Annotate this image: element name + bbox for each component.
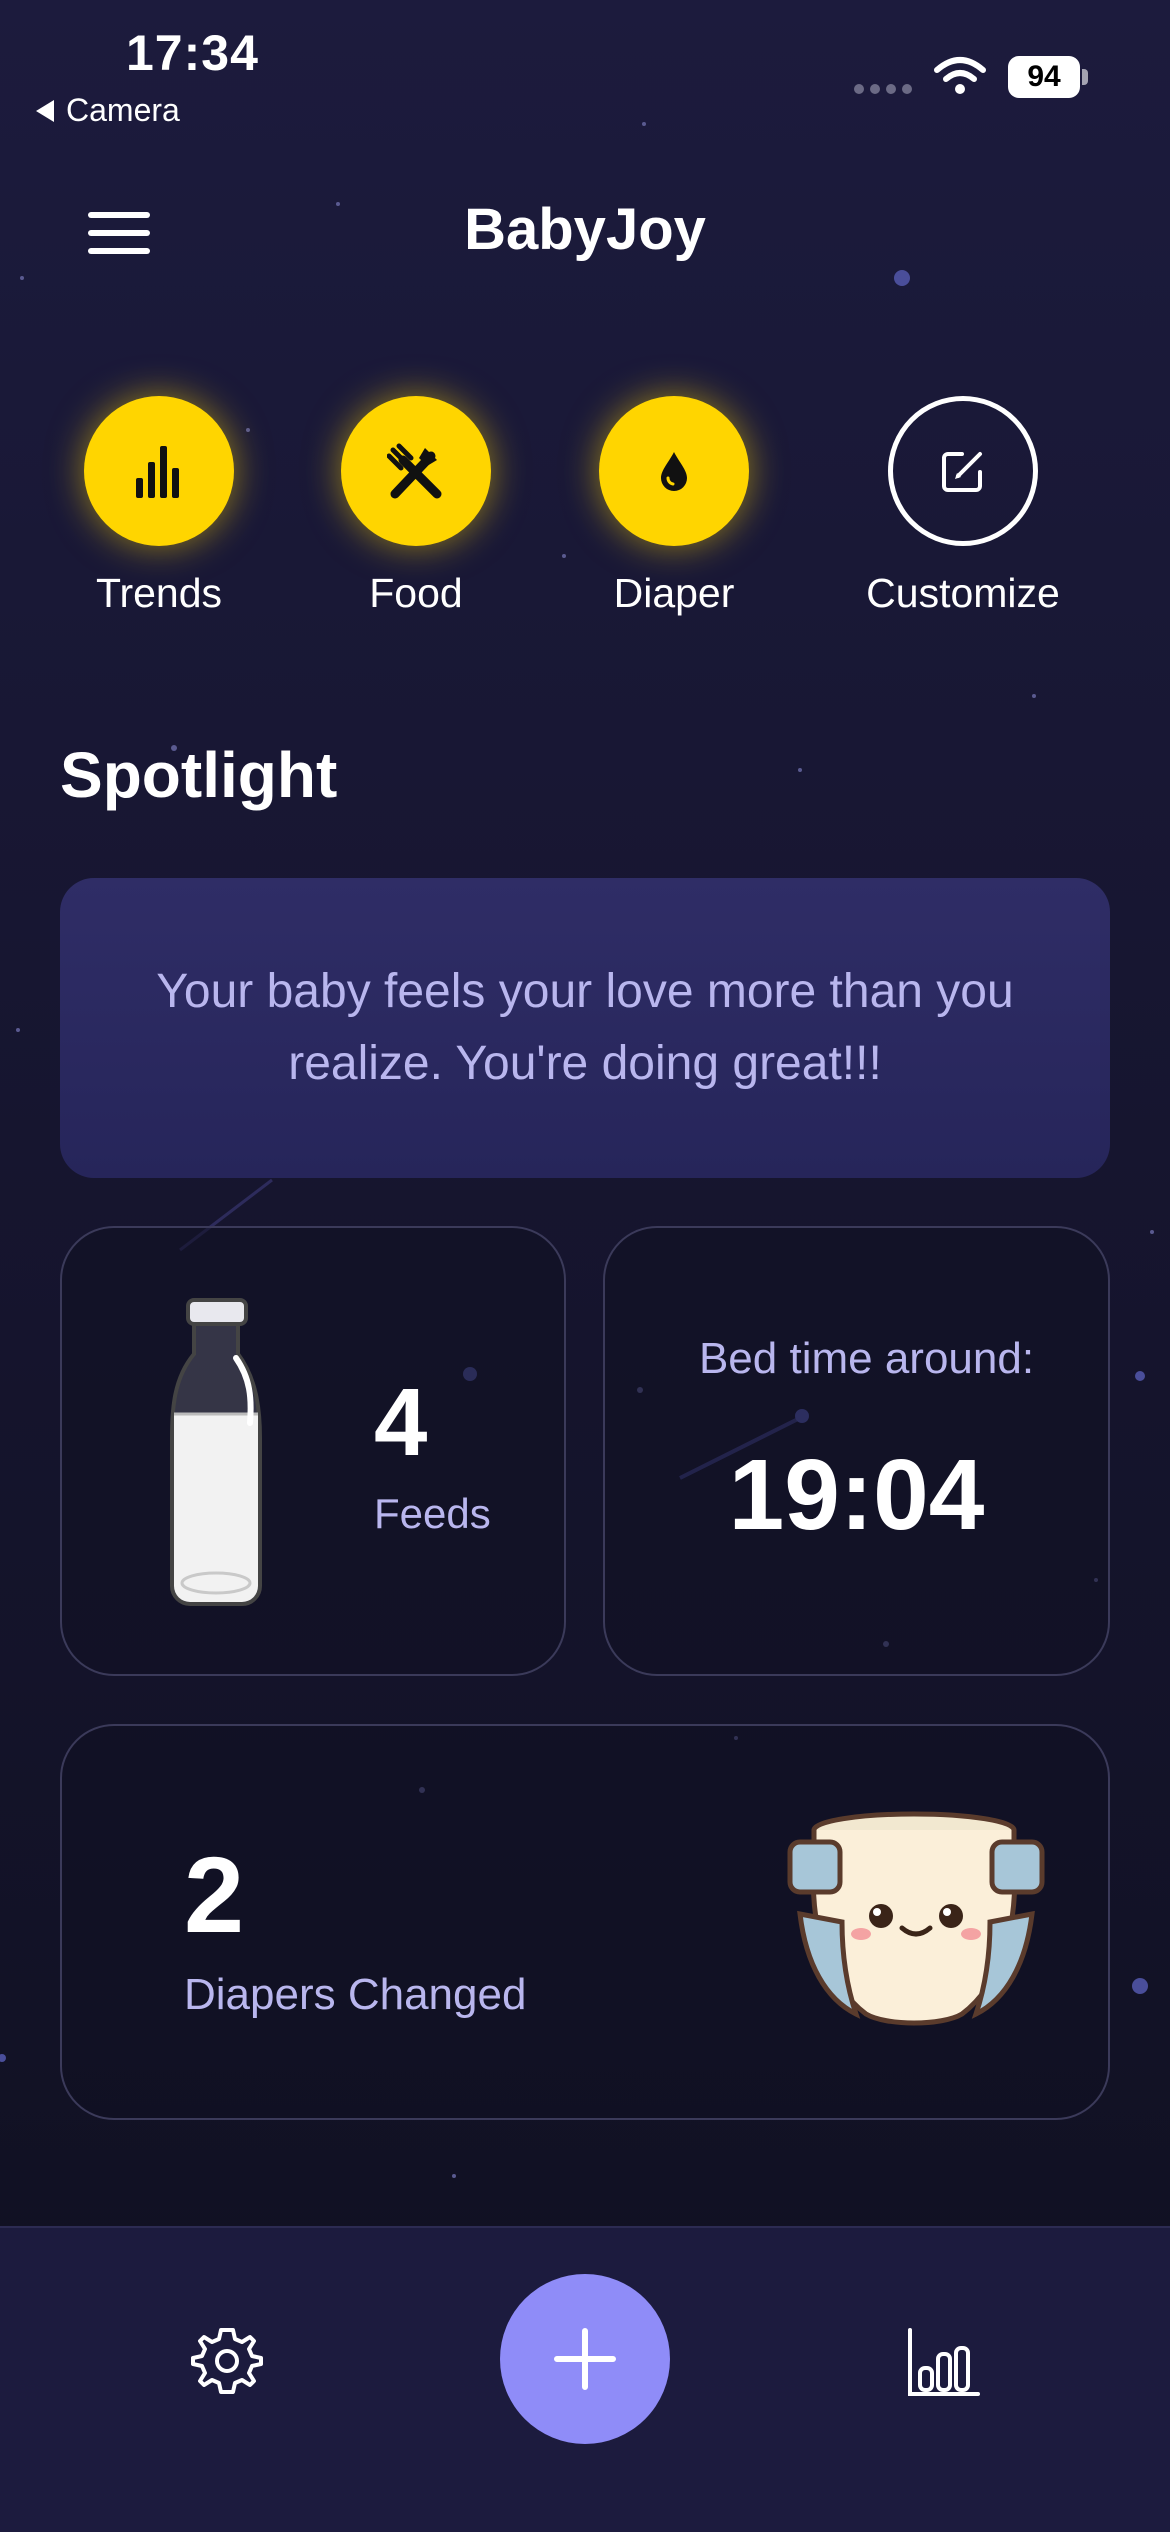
plus-icon bbox=[554, 2328, 616, 2390]
app-title: BabyJoy bbox=[464, 197, 706, 262]
food-circle bbox=[341, 396, 491, 546]
customize-circle bbox=[888, 396, 1038, 546]
back-label: Camera bbox=[66, 92, 180, 128]
trends-circle bbox=[84, 396, 234, 546]
diapers-card[interactable]: 2 Diapers Changed bbox=[60, 1724, 1110, 2120]
edit-icon bbox=[942, 452, 982, 492]
bedtime-label: Bed time around: bbox=[698, 1334, 1035, 1383]
diapers-count: 2 bbox=[184, 1834, 245, 1955]
bedtime-value: 19:04 bbox=[728, 1439, 985, 1551]
bar-chart-icon bbox=[136, 446, 179, 498]
fork-knife-icon bbox=[387, 443, 442, 499]
diaper-circle bbox=[599, 396, 749, 546]
status-time: 17:34 bbox=[126, 25, 259, 81]
customize-button[interactable]: Customize bbox=[853, 396, 1073, 617]
gear-icon[interactable] bbox=[190, 2324, 264, 2398]
trends-button[interactable]: Trends bbox=[49, 396, 269, 617]
feeds-label: Feeds bbox=[374, 1490, 491, 1537]
spotlight-quote: Your baby feels your love more than you … bbox=[156, 965, 1014, 1090]
diaper-label: Diaper bbox=[613, 570, 735, 616]
bottom-navigation bbox=[0, 2226, 1170, 2532]
battery-indicator: 94 bbox=[1008, 56, 1088, 98]
spotlight-heading: Spotlight bbox=[60, 739, 338, 811]
diaper-button[interactable]: Diaper bbox=[564, 396, 784, 617]
customize-label: Customize bbox=[866, 570, 1060, 616]
feeds-count: 4 bbox=[374, 1369, 428, 1476]
food-button[interactable]: Food bbox=[306, 396, 526, 617]
diaper-illustration bbox=[787, 1811, 1045, 2026]
back-arrow-icon bbox=[36, 99, 54, 122]
back-to-camera-link[interactable]: Camera bbox=[36, 92, 180, 129]
milk-bottle-icon bbox=[170, 1298, 262, 1606]
stats-icon[interactable] bbox=[906, 2324, 980, 2398]
spotlight-quote-card: Your baby feels your love more than you … bbox=[60, 878, 1110, 1178]
diapers-label: Diapers Changed bbox=[184, 1970, 527, 2019]
food-label: Food bbox=[369, 570, 463, 616]
trends-label: Trends bbox=[95, 570, 223, 616]
wifi-icon bbox=[934, 57, 986, 94]
droplet-icon bbox=[661, 452, 687, 491]
feeds-card[interactable]: 4 Feeds bbox=[60, 1226, 566, 1676]
battery-level: 94 bbox=[1008, 56, 1080, 98]
bedtime-card[interactable]: Bed time around: 19:04 bbox=[603, 1226, 1110, 1676]
cellular-signal-icon bbox=[854, 84, 912, 94]
add-entry-button[interactable] bbox=[500, 2274, 670, 2444]
